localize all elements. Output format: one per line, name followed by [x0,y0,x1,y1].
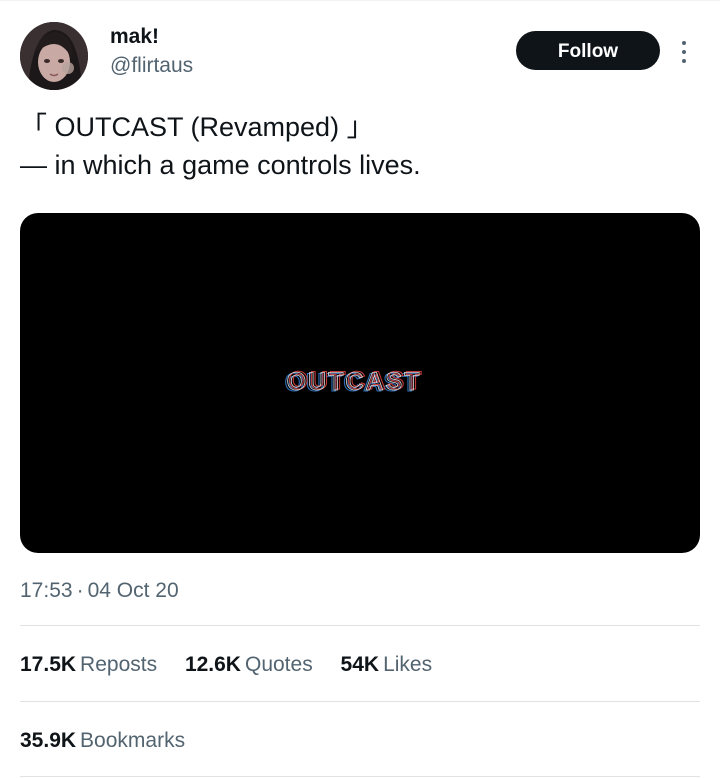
quotes-stat[interactable]: 12.6K Quotes [185,651,313,679]
reposts-label: Reposts [80,653,158,676]
avatar-image [20,22,88,90]
likes-stat[interactable]: 54K Likes [341,651,433,679]
author-names: mak! @flirtaus [110,24,193,80]
video-title-text-white: OUTCAST [287,368,422,396]
tweet-date: 04 Oct 20 [87,579,179,602]
video-media[interactable]: OUTCAST OUTCAST OUTCAST [20,213,700,553]
video-title-graphic: OUTCAST OUTCAST OUTCAST [284,366,422,397]
reposts-stat[interactable]: 17.5K Reposts [20,651,157,679]
tweet-time: 17:53 [20,579,73,602]
divider [20,776,700,777]
more-dot [682,50,686,54]
tweet-text-line-2: — in which a game controls lives. [20,150,421,180]
engagement-stats: 17.5K Reposts 12.6K Quotes 54K Likes [20,651,454,679]
more-icon[interactable] [672,34,696,70]
likes-count: 54K [340,653,380,676]
bookmarks-stat[interactable]: 35.9K Bookmarks [20,727,207,755]
bookmarks-count: 35.9K [20,729,77,752]
author-display-name[interactable]: mak! [110,24,193,50]
quotes-label: Quotes [244,653,313,676]
likes-label: Likes [383,653,433,676]
tweet-header: mak! @flirtaus Follow [20,22,700,92]
timestamp-separator: · [76,579,84,602]
follow-button[interactable]: Follow [516,31,660,70]
more-dot [682,41,686,45]
quotes-count: 12.6K [184,653,241,676]
avatar[interactable] [20,22,88,90]
tweet-text: 「 OUTCAST (Revamped) 」 — in which a game… [20,108,700,184]
author-handle[interactable]: @flirtaus [110,52,193,80]
divider [20,701,700,702]
tweet-timestamp[interactable]: 17:53 · 04 Oct 20 [20,577,179,605]
top-divider [0,0,720,1]
more-dot [682,59,686,63]
tweet-detail-page: mak! @flirtaus Follow 「 OUTCAST (Revampe… [0,0,720,778]
tweet-text-line-1: 「 OUTCAST (Revamped) 」 [20,112,374,142]
divider [20,625,700,626]
reposts-count: 17.5K [20,653,77,676]
bookmarks-label: Bookmarks [80,729,186,752]
